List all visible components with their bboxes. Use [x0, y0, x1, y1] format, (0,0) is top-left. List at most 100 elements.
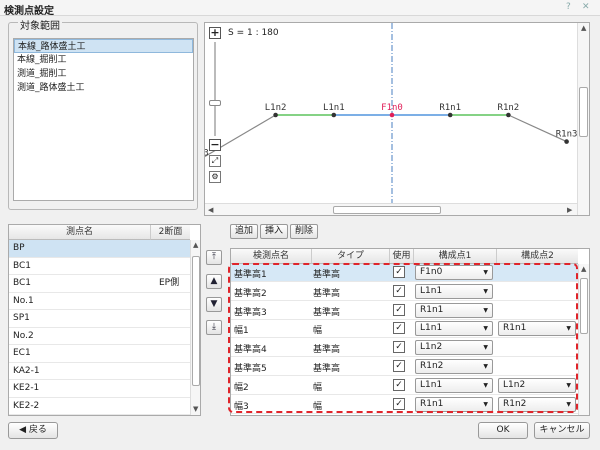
- checkpoint-row[interactable]: 基準高4 基準高 ✓ L1n2 ▼: [231, 339, 578, 358]
- station-grid: 測点名 2断面 BP BC1 BC1 EP側 No.1 SP1 No.2 EC1 KA2-1 KE…: [8, 224, 201, 416]
- scroll-thumb[interactable]: [333, 206, 441, 214]
- range-list-item[interactable]: 本線_路体盛土工: [14, 39, 193, 53]
- delete-button[interactable]: 削除: [290, 224, 319, 239]
- type-cell[interactable]: 幅: [313, 323, 322, 336]
- use-checkbox[interactable]: ✓: [393, 284, 405, 297]
- station-row[interactable]: KE2-2: [9, 398, 190, 415]
- chevron-down-icon: ▼: [483, 400, 488, 408]
- range-list[interactable]: 本線_路体盛土工 本線_掘削工 測道_掘削工 測道_路体盛土工: [13, 38, 194, 201]
- zoom-slider-thumb[interactable]: [209, 100, 221, 106]
- point1-value: F1n0: [420, 267, 443, 277]
- checkpoint-name-cell[interactable]: 基準高3: [234, 305, 267, 318]
- type-cell[interactable]: 幅: [313, 380, 322, 393]
- range-list-item[interactable]: 測道_路体盛土工: [14, 81, 193, 95]
- ok-button[interactable]: OK: [478, 422, 528, 439]
- use-checkbox[interactable]: ✓: [393, 360, 405, 372]
- point2-dropdown[interactable]: R1n2 ▼: [498, 396, 576, 412]
- checkpoint-name-cell[interactable]: 幅1: [234, 323, 249, 336]
- move-bottom-button[interactable]: ⤓: [206, 320, 222, 335]
- insert-button[interactable]: 挿入: [260, 224, 289, 239]
- scroll-right-icon[interactable]: ▶: [567, 206, 572, 214]
- checkpoint-row[interactable]: 基準高3 基準高 ✓ R1n1 ▼: [231, 302, 578, 320]
- back-button[interactable]: ◀ 戻る: [8, 422, 58, 439]
- range-list-item[interactable]: 測道_掘削工: [14, 67, 193, 81]
- station-row[interactable]: No.2: [9, 328, 190, 345]
- station-row[interactable]: BP: [9, 240, 190, 258]
- point1-value: R1n1: [420, 304, 444, 315]
- checkpoint-row[interactable]: 幅3 幅 ✓ R1n1 ▼ R1n2 ▼: [231, 396, 578, 414]
- point2-dropdown[interactable]: L1n2 ▼: [498, 377, 576, 393]
- station-row[interactable]: KA2-1: [9, 363, 190, 380]
- checkpoint-name-header: 検測点名: [231, 249, 311, 264]
- checkpoint-name-cell[interactable]: 基準高4: [234, 342, 267, 355]
- station-row[interactable]: KE2-1: [9, 380, 190, 398]
- checkpoint-name-cell[interactable]: 基準高2: [234, 286, 267, 299]
- gear-icon[interactable]: ⚙: [209, 171, 221, 183]
- scroll-thumb[interactable]: [579, 87, 588, 137]
- use-checkbox[interactable]: ✓: [393, 341, 405, 354]
- checkpoint-row[interactable]: 基準高5 基準高 ✓ R1n2 ▼: [231, 358, 578, 376]
- graph-vertical-scrollbar[interactable]: ▲: [577, 23, 589, 215]
- station-row[interactable]: BC1: [9, 258, 190, 275]
- station-row[interactable]: EC1: [9, 345, 190, 363]
- scroll-left-icon[interactable]: ◀: [208, 206, 213, 214]
- scroll-up-icon[interactable]: ▲: [581, 265, 586, 273]
- checkpoint-name-cell[interactable]: 幅3: [234, 399, 249, 412]
- use-checkbox[interactable]: ✓: [393, 397, 405, 410]
- cancel-button[interactable]: キャンセル: [534, 422, 590, 439]
- scroll-thumb[interactable]: [192, 256, 200, 386]
- checkpoint-name-cell[interactable]: 幅2: [234, 380, 249, 393]
- help-icon[interactable]: ?: [566, 2, 571, 12]
- type-cell[interactable]: 基準高: [313, 286, 340, 299]
- use-checkbox[interactable]: ✓: [393, 322, 405, 335]
- move-up-button[interactable]: ▲: [206, 274, 222, 289]
- checkpoint-scrollbar[interactable]: ▲: [578, 264, 589, 415]
- point1-dropdown[interactable]: R1n1 ▼: [415, 302, 493, 318]
- point2-dropdown[interactable]: R1n1 ▼: [498, 321, 576, 337]
- station-name-cell: BP: [13, 243, 25, 253]
- range-list-item[interactable]: 本線_掘削工: [14, 53, 193, 67]
- station-name-cell: KE2-2: [13, 400, 40, 411]
- point1-dropdown[interactable]: L1n1 ▼: [415, 283, 493, 299]
- point1-dropdown[interactable]: L1n2 ▼: [415, 340, 493, 356]
- scroll-thumb[interactable]: [580, 278, 588, 334]
- station-row[interactable]: No.1: [9, 293, 190, 310]
- fit-view-icon[interactable]: ⤢: [209, 155, 221, 167]
- zoom-out-icon[interactable]: −: [209, 139, 221, 151]
- zoom-slider-track[interactable]: [214, 42, 216, 136]
- type-cell[interactable]: 基準高: [313, 361, 340, 374]
- station-row[interactable]: BC1 EP側: [9, 275, 190, 293]
- move-top-button[interactable]: ⤒: [206, 250, 222, 265]
- type-cell[interactable]: 基準高: [313, 342, 340, 355]
- station-row[interactable]: SP1: [9, 310, 190, 328]
- use-checkbox[interactable]: ✓: [393, 266, 405, 278]
- checkpoint-row[interactable]: 幅1 幅 ✓ L1n1 ▼ R1n1 ▼: [231, 320, 578, 339]
- close-icon[interactable]: ✕: [582, 2, 590, 12]
- point1-dropdown[interactable]: R1n1 ▼: [415, 396, 493, 412]
- add-button[interactable]: 追加: [230, 224, 259, 239]
- graph-horizontal-scrollbar[interactable]: ◀ ▶: [205, 203, 577, 215]
- point1-dropdown[interactable]: L1n1 ▼: [415, 321, 493, 337]
- station-name-cell: BC1: [13, 278, 32, 288]
- type-cell[interactable]: 幅: [313, 399, 322, 412]
- station-scrollbar[interactable]: ▲ ▼: [190, 240, 200, 415]
- use-checkbox[interactable]: ✓: [393, 378, 405, 391]
- checkpoint-row[interactable]: 幅2 幅 ✓ L1n1 ▼ L1n2 ▼: [231, 377, 578, 395]
- scroll-down-icon[interactable]: ▼: [193, 405, 198, 413]
- checkpoint-row[interactable]: 基準高1 基準高 ✓ F1n0 ▼: [231, 264, 578, 282]
- zoom-in-icon[interactable]: +: [209, 27, 221, 39]
- point1-dropdown[interactable]: R1n2 ▼: [415, 359, 493, 374]
- chevron-down-icon: ▼: [566, 325, 571, 333]
- use-checkbox[interactable]: ✓: [393, 303, 405, 316]
- type-cell[interactable]: 基準高: [313, 305, 340, 318]
- point1-dropdown[interactable]: L1n1 ▼: [415, 377, 493, 393]
- checkpoint-row[interactable]: 基準高2 基準高 ✓ L1n1 ▼: [231, 283, 578, 301]
- scroll-up-icon[interactable]: ▲: [581, 24, 586, 32]
- cross-section-view[interactable]: L1n3L1n2L1n1F1n0R1n1R1n2R1n3 ▲ ◀ ▶: [204, 22, 590, 216]
- move-down-button[interactable]: ▼: [206, 297, 222, 312]
- checkpoint-name-cell[interactable]: 基準高5: [234, 361, 267, 374]
- type-cell[interactable]: 基準高: [313, 267, 340, 280]
- checkpoint-name-cell[interactable]: 基準高1: [234, 267, 267, 280]
- point1-dropdown[interactable]: F1n0 ▼: [415, 265, 493, 280]
- scroll-up-icon[interactable]: ▲: [193, 241, 198, 249]
